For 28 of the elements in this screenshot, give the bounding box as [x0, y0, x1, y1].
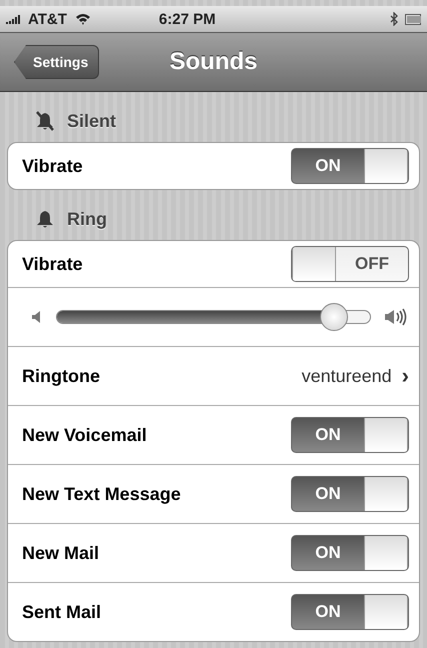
ringtone-value: ventureend: [302, 366, 392, 386]
toggle-switch[interactable]: OFF: [291, 246, 409, 282]
row-label: Sent Mail: [22, 602, 102, 622]
volume-slider[interactable]: [56, 303, 371, 331]
row-label: New Voicemail: [22, 424, 148, 446]
status-time: 6:27 PM: [158, 10, 217, 28]
toggle-switch[interactable]: ON: [291, 594, 409, 630]
toggle-switch[interactable]: ON: [291, 417, 409, 453]
speaker-loud-icon: [385, 308, 409, 326]
carrier-name: AT&T: [28, 10, 67, 28]
row-label: Vibrate: [22, 254, 84, 274]
row-label: Vibrate: [22, 156, 84, 176]
toggle-switch[interactable]: ON: [291, 476, 409, 512]
wifi-icon: [74, 13, 91, 25]
speaker-low-icon: [32, 310, 42, 324]
signal-icon: [6, 14, 22, 24]
bluetooth-icon: [389, 12, 399, 26]
battery-icon: [405, 14, 421, 24]
back-button[interactable]: Settings: [14, 45, 100, 79]
section-header: Ring: [67, 208, 107, 230]
chevron: ›: [402, 363, 409, 389]
toggle-switch[interactable]: ON: [291, 148, 409, 184]
row-label: New Mail: [22, 542, 100, 564]
toggle-switch[interactable]: ON: [291, 535, 409, 571]
page-title: Sounds: [170, 48, 258, 76]
section-header: Silent: [67, 110, 116, 132]
row-label: New Text Message: [22, 484, 182, 504]
row-label: Ringtone: [22, 366, 101, 386]
